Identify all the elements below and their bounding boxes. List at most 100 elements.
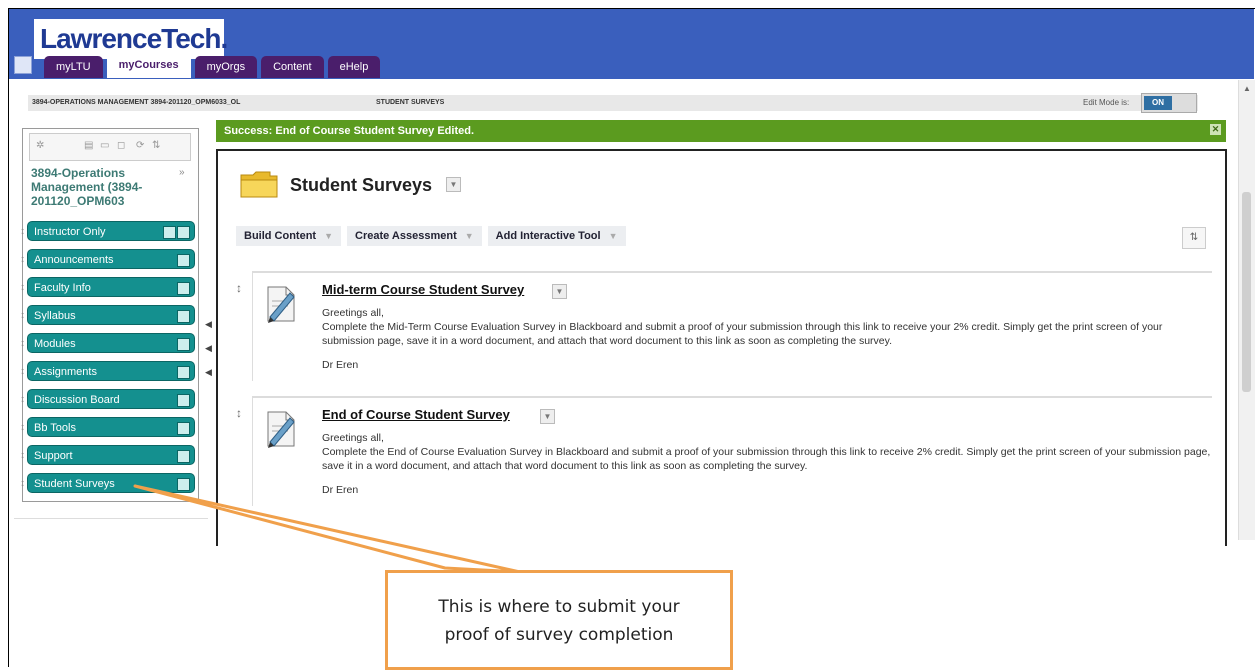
sidebar-item-modules[interactable]: ↕ Modules (20, 333, 195, 353)
create-assessment-label: Create Assessment (355, 230, 457, 242)
sidebar-item-announcements[interactable]: ↕ Announcements (20, 249, 195, 269)
drag-handle-icon[interactable]: ↕ (20, 418, 25, 438)
collapse-sidebar-handle[interactable]: ◀ ◀ ◀ (205, 318, 212, 378)
survey-document-icon (267, 411, 295, 448)
item-divider (252, 398, 253, 506)
sidebar-item-label: Instructor Only (34, 226, 106, 238)
chevron-down-icon: ▼ (324, 231, 334, 241)
sidebar-item-label: Faculty Info (34, 282, 91, 294)
build-content-button[interactable]: Build Content ▼ (236, 226, 342, 246)
sidebar-item-instructor-only[interactable]: ↕ Instructor Only (20, 221, 195, 241)
drag-handle-icon[interactable]: ↕ (20, 362, 25, 382)
sidebar-item-discussion-board[interactable]: ↕ Discussion Board (20, 389, 195, 409)
drag-handle-icon[interactable]: ↕ (20, 278, 25, 298)
item-options-icon[interactable] (177, 450, 190, 463)
item-greeting: Greetings all, (322, 307, 384, 319)
course-menu-toolbar: ✲ ▤ ▭ ◻ ⟳ ⇅ (29, 133, 191, 161)
success-banner: Success: End of Course Student Survey Ed… (216, 120, 1226, 142)
tab-myorgs[interactable]: myOrgs (194, 56, 258, 78)
content-area: Student Surveys ▼ Build Content ▼ Create … (216, 149, 1227, 546)
item-signature: Dr Eren (322, 359, 359, 371)
edit-mode-toggle[interactable]: ON (1141, 93, 1197, 113)
sidebar-item-bb-tools[interactable]: ↕ Bb Tools (20, 417, 195, 437)
item-divider (252, 273, 253, 381)
drag-handle-icon[interactable]: ↕ (20, 250, 25, 270)
sidebar-item-support[interactable]: ↕ Support (20, 445, 195, 465)
sidebar-item-label: Bb Tools (34, 422, 76, 434)
list-view-icon[interactable]: ▤ (84, 140, 93, 151)
sidebar-item-faculty-info[interactable]: ↕ Faculty Info (20, 277, 195, 297)
sidebar-item-assignments[interactable]: ↕ Assignments (20, 361, 195, 381)
add-interactive-tool-label: Add Interactive Tool (495, 230, 601, 242)
tab-myltu[interactable]: myLTU (44, 56, 103, 78)
scrollbar-thumb[interactable] (1242, 192, 1251, 392)
tab-content[interactable]: Content (261, 56, 324, 78)
sidebar-item-label: Support (34, 450, 73, 462)
drag-handle-icon[interactable]: ↕ (20, 390, 25, 410)
sidebar-divider (14, 518, 208, 519)
sidebar-item-syllabus[interactable]: ↕ Syllabus (20, 305, 195, 325)
drag-handle-icon[interactable]: ↕ (20, 446, 25, 466)
page-title: Student Surveys (290, 175, 433, 195)
breadcrumb: 3894-OPERATIONS MANAGEMENT 3894-201120_O… (28, 95, 1198, 111)
new-window-icon[interactable]: ◻ (117, 140, 125, 151)
tab-ehelp[interactable]: eHelp (327, 56, 381, 78)
sidebar-item-student-surveys[interactable]: ↕ Student Surveys (20, 473, 195, 493)
drag-handle-icon[interactable]: ↕ (236, 281, 242, 295)
tabs-toggle-icon[interactable] (14, 56, 32, 74)
drag-handle-icon[interactable]: ↕ (236, 406, 242, 420)
drag-handle-icon[interactable]: ↕ (20, 474, 25, 494)
mid-term-survey-link[interactable]: Mid-term Course Student Survey (322, 282, 524, 297)
item-options-icon[interactable] (177, 282, 190, 295)
tab-mycourses[interactable]: myCourses (106, 52, 191, 78)
breadcrumb-course[interactable]: 3894-OPERATIONS MANAGEMENT 3894-201120_O… (32, 95, 240, 111)
item-options-icon[interactable] (177, 310, 190, 323)
item-options-icon[interactable] (177, 366, 190, 379)
main-tabs: myLTU myCourses myOrgs Content eHelp (14, 52, 381, 78)
item-options-icon[interactable] (177, 226, 190, 239)
add-menu-item-icon[interactable]: ✲ (36, 140, 44, 151)
success-message: Success: End of Course Student Survey Ed… (224, 125, 474, 137)
sidebar-item-label: Modules (34, 338, 76, 350)
item-options-icon[interactable] (177, 254, 190, 267)
item-body-text: Complete the End of Course Evaluation Su… (322, 446, 1211, 472)
reorder-icon[interactable]: ⇅ (1182, 227, 1206, 249)
drag-handle-icon[interactable]: ↕ (20, 306, 25, 326)
hidden-status-icon (163, 226, 176, 239)
chevron-down-icon: ▼ (608, 231, 618, 241)
drag-handle-icon[interactable]: ↕ (20, 334, 25, 354)
survey-document-icon (267, 286, 295, 323)
scroll-up-icon[interactable]: ▲ (1243, 84, 1251, 93)
item-description: Greetings all, Complete the Mid-Term Cou… (322, 306, 1212, 372)
drag-handle-icon[interactable]: ↕ (20, 222, 25, 242)
close-icon[interactable]: ✕ (1210, 124, 1221, 135)
item-options-chevron-icon[interactable]: ▼ (540, 409, 555, 424)
annotation-callout: This is where to submit your proof of su… (385, 570, 733, 670)
item-options-icon[interactable] (177, 338, 190, 351)
callout-line-2: proof of survey completion (444, 625, 674, 645)
item-options-chevron-icon[interactable]: ▼ (552, 284, 567, 299)
reorder-icon[interactable]: ⇅ (152, 140, 160, 151)
title-options-chevron-icon[interactable]: ▼ (446, 177, 461, 192)
breadcrumb-page: STUDENT SURVEYS (376, 99, 445, 106)
item-options-icon[interactable] (177, 422, 190, 435)
sidebar-item-label: Syllabus (34, 310, 76, 322)
item-options-icon[interactable] (177, 394, 190, 407)
action-bar: Build Content ▼ Create Assessment ▼ Add In… (236, 226, 626, 246)
add-interactive-tool-button[interactable]: Add Interactive Tool ▼ (487, 226, 626, 246)
sidebar-item-label: Announcements (34, 254, 114, 266)
refresh-icon[interactable]: ⟳ (136, 140, 144, 151)
item-options-icon[interactable] (177, 478, 190, 491)
course-title[interactable]: 3894-Operations Management (3894-201120_… (31, 166, 179, 208)
edit-mode-label: Edit Mode is: (1083, 98, 1130, 107)
folder-icon (240, 171, 278, 198)
end-of-course-survey-link[interactable]: End of Course Student Survey (322, 407, 510, 422)
folder-view-icon[interactable]: ▭ (100, 140, 109, 151)
sidebar-item-label: Student Surveys (34, 478, 115, 490)
create-assessment-button[interactable]: Create Assessment ▼ (347, 226, 482, 246)
collapse-menu-icon[interactable]: » (179, 167, 185, 178)
build-content-label: Build Content (244, 230, 317, 242)
content-item: ↕ End of Course Student Survey ▼ Greetin… (236, 396, 1212, 506)
item-greeting: Greetings all, (322, 432, 384, 444)
vertical-scrollbar[interactable]: ▲ (1238, 80, 1255, 540)
